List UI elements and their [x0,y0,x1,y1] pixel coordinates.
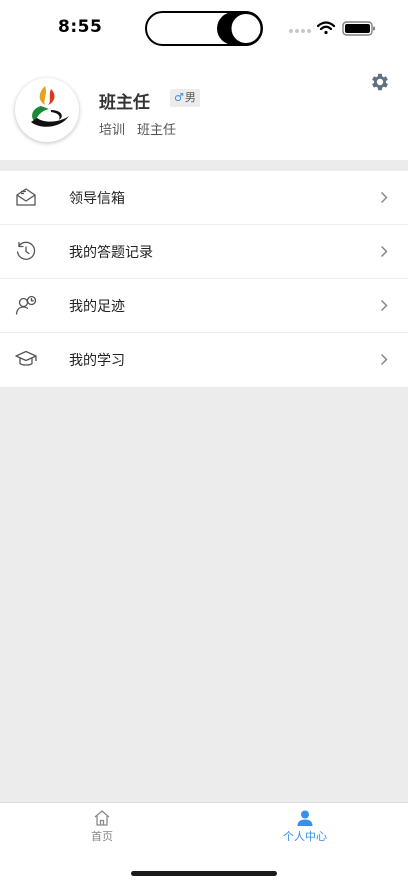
home-indicator [131,871,277,876]
chevron-right-icon [380,353,388,366]
history-clock-icon [16,241,36,260]
graduation-cap-icon [15,350,37,366]
wifi-icon [316,21,336,35]
user-footprint-icon [15,295,37,315]
menu-item-answer-history[interactable]: 我的答题记录 [0,225,408,279]
logo-icon [31,86,69,127]
tab-home-label: 首页 [91,830,113,843]
profile-header: 班主任 ♂男 培训 班主任 [0,58,408,160]
dynamic-island [145,11,263,46]
chevron-right-icon [380,191,388,204]
status-time: 8:55 [58,17,103,37]
menu-item-footprint[interactable]: 我的足迹 [0,279,408,333]
menu-item-label: 我的足迹 [69,299,125,315]
mailbox-icon [16,188,36,206]
avatar[interactable] [15,78,79,142]
user-icon [297,810,313,826]
gender-badge: ♂男 [170,89,200,107]
menu-item-label: 我的答题记录 [69,245,153,261]
user-meta: 培训 班主任 [99,119,176,138]
menu-item-my-learning[interactable]: 我的学习 [0,333,408,387]
tab-home[interactable]: 首页 [42,809,162,844]
user-role: 班主任 [137,123,177,138]
menu-list: 领导信箱 我的答题记录 我的足迹 我的学习 [0,171,408,387]
user-name: 班主任 [99,93,150,113]
tab-personal-center[interactable]: 个人中心 [245,809,365,844]
menu-item-label: 我的学习 [69,353,125,369]
status-icons [289,21,375,36]
signal-icon [289,29,311,33]
chevron-right-icon [380,299,388,312]
status-bar: 8:55 [0,0,408,58]
menu-item-leader-mailbox[interactable]: 领导信箱 [0,171,408,225]
chevron-right-icon [380,245,388,258]
male-icon: ♂ [174,91,184,104]
gear-icon[interactable] [369,71,391,93]
home-icon [94,810,110,826]
menu-item-label: 领导信箱 [69,191,125,207]
user-department: 培训 [99,123,126,138]
gender-label: 男 [184,91,196,104]
battery-icon [342,21,375,36]
tab-personal-center-label: 个人中心 [283,830,327,843]
